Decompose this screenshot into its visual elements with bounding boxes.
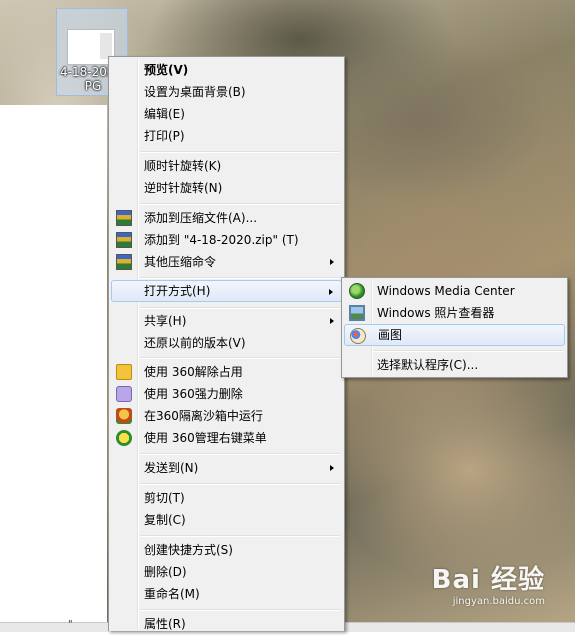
menu-item-360-sandbox[interactable]: 在360隔离沙箱中运行 [111, 405, 342, 427]
menu-separator [140, 609, 340, 611]
menu-item-cut[interactable]: 剪切(T) [111, 487, 342, 509]
submenu-item-windows-media-center[interactable]: Windows Media Center [344, 280, 565, 302]
menu-item-create-shortcut[interactable]: 创建快捷方式(S) [111, 539, 342, 561]
menu-item-label: Windows 照片查看器 [377, 306, 495, 320]
menu-item-copy[interactable]: 复制(C) [111, 509, 342, 531]
menu-separator [140, 357, 340, 359]
menu-item-label: 打印(P) [144, 129, 185, 143]
menu-item-add-to-archive[interactable]: 添加到压缩文件(A)... [111, 207, 342, 229]
submenu-arrow-icon [330, 318, 334, 324]
menu-item-label: 共享(H) [144, 314, 187, 328]
menu-item-label: 复制(C) [144, 513, 186, 527]
baidu-jingyan-watermark: Bai 经验 jingyan.baidu.com [432, 559, 545, 607]
menu-item-label: 使用 360解除占用 [144, 365, 243, 379]
context-menu: 预览(V) 设置为桌面背景(B) 编辑(E) 打印(P) 顺时针旋转(K) 逆时… [108, 56, 345, 631]
menu-item-restore-previous-versions[interactable]: 还原以前的版本(V) [111, 332, 342, 354]
open-with-submenu: Windows Media Center Windows 照片查看器 画图 选择… [341, 277, 568, 378]
menu-item-label: 顺时针旋转(K) [144, 159, 222, 173]
menu-item-label: 选择默认程序(C)... [377, 358, 479, 372]
watermark-url: jingyan.baidu.com [452, 596, 545, 607]
winrar-archive-icon [116, 254, 132, 270]
menu-item-label: 在360隔离沙箱中运行 [144, 409, 263, 423]
menu-item-preview[interactable]: 预览(V) [111, 59, 342, 81]
menu-item-send-to[interactable]: 发送到(N) [111, 457, 342, 479]
menu-item-label: 发送到(N) [144, 461, 199, 475]
menu-item-label: 编辑(E) [144, 107, 185, 121]
menu-item-label: 删除(D) [144, 565, 187, 579]
menu-item-label: 使用 360强力删除 [144, 387, 243, 401]
menu-separator [140, 453, 340, 455]
folder-unlock-icon [116, 364, 132, 380]
menu-separator [140, 307, 340, 309]
menu-item-delete[interactable]: 删除(D) [111, 561, 342, 583]
menu-item-label: 设置为桌面背景(B) [144, 85, 246, 99]
menu-separator [140, 277, 340, 279]
menu-item-label: 还原以前的版本(V) [144, 336, 246, 350]
windows-media-center-icon [349, 283, 365, 299]
submenu-arrow-icon [330, 259, 334, 265]
menu-separator [140, 483, 340, 485]
submenu-arrow-icon [329, 289, 333, 295]
paint-palette-icon [350, 328, 366, 344]
menu-item-properties[interactable]: 属性(R) [111, 613, 342, 635]
background-window [0, 105, 107, 631]
winrar-archive-icon [116, 232, 132, 248]
menu-item-rotate-counterclockwise[interactable]: 逆时针旋转(N) [111, 177, 342, 199]
menu-item-add-to-zip[interactable]: 添加到 "4-18-2020.zip" (T) [111, 229, 342, 251]
menu-item-label: 重命名(M) [144, 587, 200, 601]
sandbox-icon [116, 408, 132, 424]
shredder-icon [116, 386, 132, 402]
menu-item-360-force-delete[interactable]: 使用 360强力删除 [111, 383, 342, 405]
menu-item-label: 其他压缩命令 [144, 255, 217, 269]
menu-item-label: 剪切(T) [144, 491, 185, 505]
menu-item-label: 逆时针旋转(N) [144, 181, 223, 195]
menu-item-set-desktop-background[interactable]: 设置为桌面背景(B) [111, 81, 342, 103]
taskbar-text: " [68, 619, 73, 630]
menu-item-label: 打开方式(H) [144, 284, 211, 298]
menu-item-label: 添加到 "4-18-2020.zip" (T) [144, 233, 299, 247]
winrar-archive-icon [116, 210, 132, 226]
menu-item-360-unlock[interactable]: 使用 360解除占用 [111, 361, 342, 383]
submenu-item-paint[interactable]: 画图 [344, 324, 565, 346]
watermark-brand: Bai 经验 [431, 565, 545, 595]
menu-item-label: 添加到压缩文件(A)... [144, 211, 258, 225]
menu-separator [140, 535, 340, 537]
menu-item-label: 画图 [378, 328, 403, 342]
photo-viewer-icon [349, 305, 365, 321]
menu-separator [140, 203, 340, 205]
menu-item-label: 属性(R) [144, 617, 186, 631]
menu-item-label: 创建快捷方式(S) [144, 543, 233, 557]
menu-item-other-compress-commands[interactable]: 其他压缩命令 [111, 251, 342, 273]
submenu-arrow-icon [330, 465, 334, 471]
plus-circle-icon [116, 430, 132, 446]
menu-item-rename[interactable]: 重命名(M) [111, 583, 342, 605]
menu-item-print[interactable]: 打印(P) [111, 125, 342, 147]
menu-item-rotate-clockwise[interactable]: 顺时针旋转(K) [111, 155, 342, 177]
submenu-item-choose-default-program[interactable]: 选择默认程序(C)... [344, 354, 565, 376]
menu-separator [373, 350, 563, 352]
menu-item-label: 预览(V) [144, 63, 189, 77]
menu-item-360-manage-context-menu[interactable]: 使用 360管理右键菜单 [111, 427, 342, 449]
menu-item-label: 使用 360管理右键菜单 [144, 431, 267, 445]
menu-separator [140, 151, 340, 153]
menu-item-label: Windows Media Center [377, 284, 515, 298]
menu-item-open-with[interactable]: 打开方式(H) [111, 280, 342, 302]
menu-item-share[interactable]: 共享(H) [111, 310, 342, 332]
menu-item-edit[interactable]: 编辑(E) [111, 103, 342, 125]
submenu-item-windows-photo-viewer[interactable]: Windows 照片查看器 [344, 302, 565, 324]
